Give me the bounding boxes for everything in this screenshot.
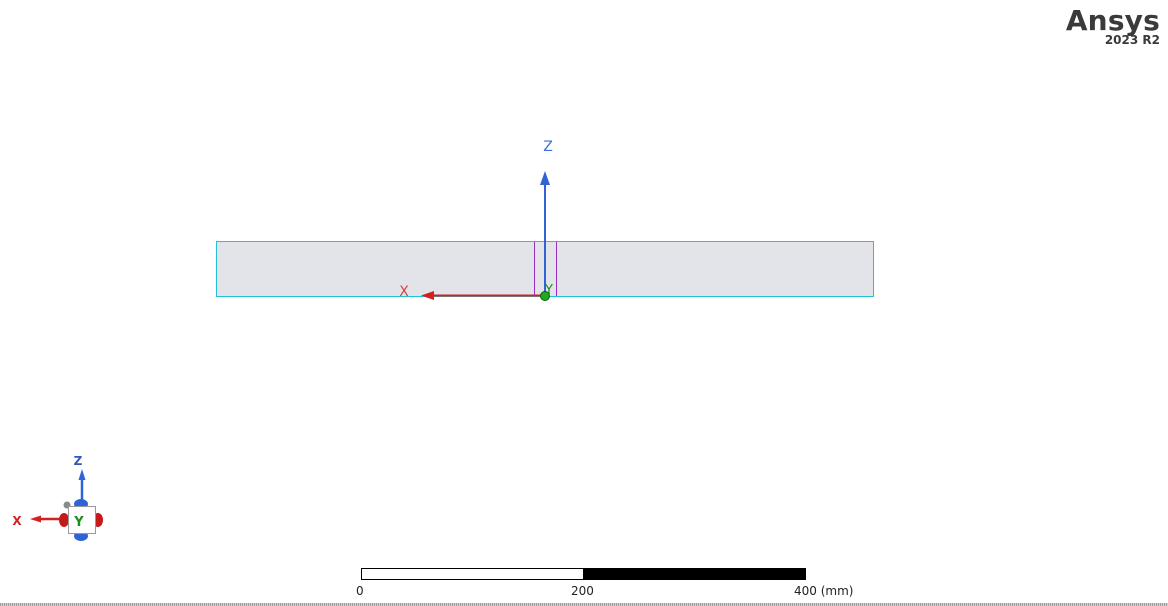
triad-x-label: X [12,514,22,528]
graphics-viewport[interactable]: Ansys 2023 R2 Z X Y Z X Y 0 200 400 (mm) [0,0,1168,606]
scale-bar-black-segment [583,568,806,580]
triad-neg-x-ball[interactable] [59,513,69,527]
triad-x-arrowhead [30,515,41,523]
scale-label-0: 0 [356,584,364,598]
z-axis-arrowhead [540,171,550,185]
scale-bar-white-segment [361,568,584,580]
origin-point [540,291,550,301]
triad-z-arrowhead [78,469,86,480]
scale-label-400: 400 (mm) [794,584,854,598]
triad-z-label: Z [74,454,83,468]
scale-label-200: 200 [571,584,594,598]
triad-y-label: Y [73,515,84,530]
orientation-triad[interactable]: Z X Y [12,454,103,541]
scale-bar [361,568,806,580]
z-axis-label: Z [543,139,553,155]
model-canvas: Z X Y Z X Y [12,139,874,580]
x-axis-label: X [399,284,409,300]
